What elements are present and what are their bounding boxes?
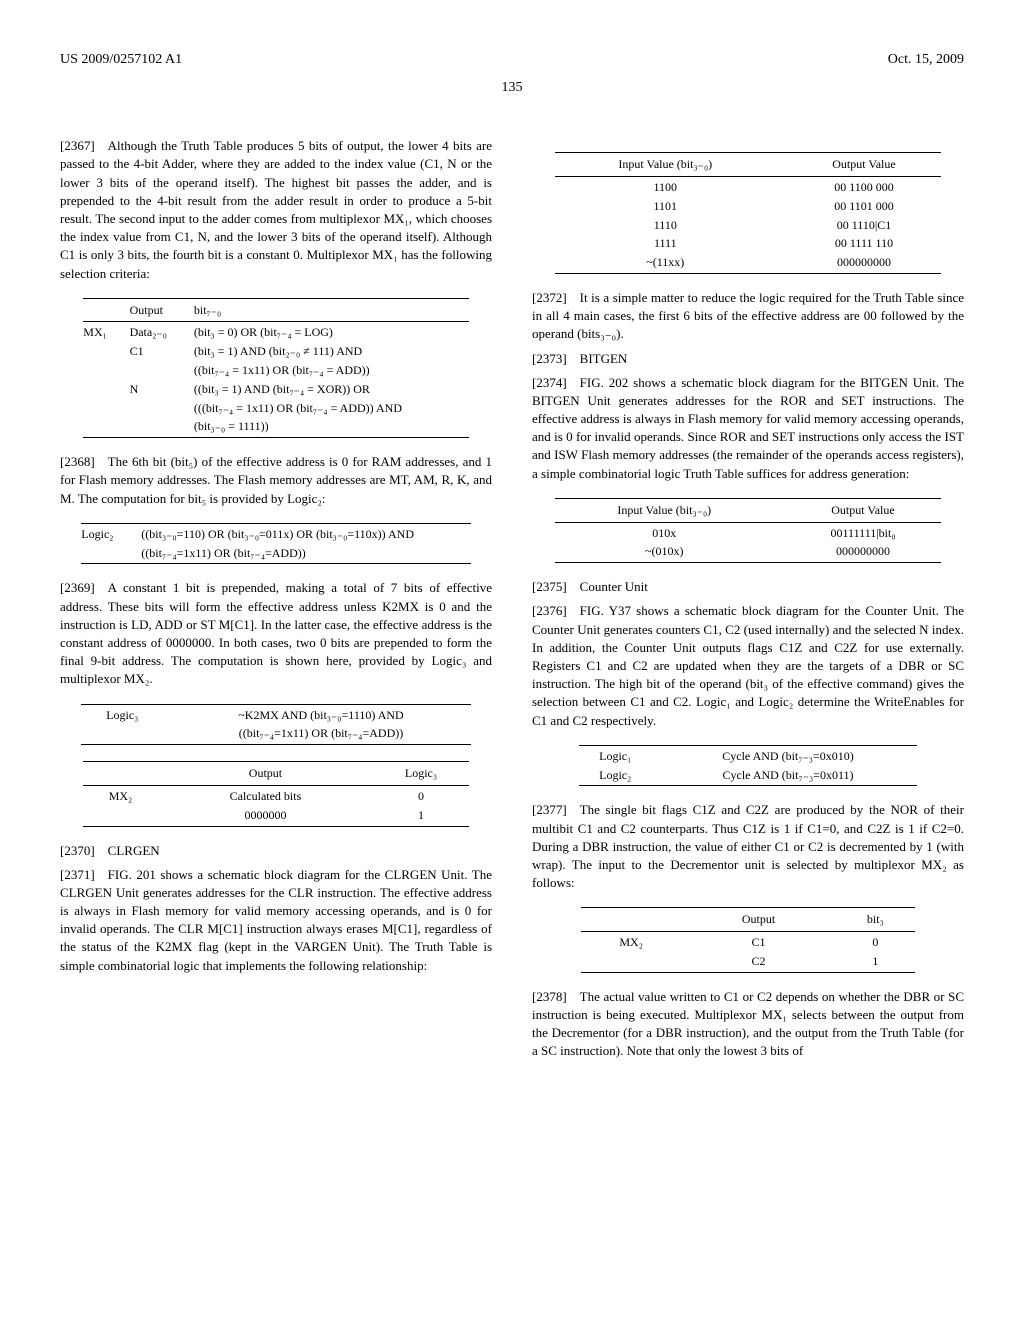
table-mx1: Output bit₇₋₀ MX₁Data₂₋₀(bit₃ = 0) OR (b… xyxy=(77,297,474,440)
para-2372: [2372] It is a simple matter to reduce t… xyxy=(532,289,964,344)
table-logic12: Logic₁Cycle AND (bit₇₋₃=0x010) Logic₂Cyc… xyxy=(575,744,921,788)
para-2378: [2378] The actual value written to C1 or… xyxy=(532,988,964,1061)
page-number: 135 xyxy=(60,78,964,98)
right-column: Input Value (bit₃₋₀) Output Value 110000… xyxy=(532,137,964,1066)
para-2377: [2377] The single bit flags C1Z and C2Z … xyxy=(532,801,964,892)
para-2369: [2369] A constant 1 bit is prepended, ma… xyxy=(60,579,492,688)
table-logic3: Logic₃~K2MX AND (bit₃₋₀=1110) AND ((bit₇… xyxy=(77,703,474,747)
publication-number: US 2009/0257102 A1 xyxy=(60,50,182,70)
table-logic2: Logic₂((bit₃₋₀=110) OR (bit₃₋₀=011x) OR … xyxy=(77,522,474,566)
left-column: [2367] Although the Truth Table produces… xyxy=(60,137,492,1066)
para-2376: [2376] FIG. Y37 shows a schematic block … xyxy=(532,602,964,729)
para-2370: [2370] CLRGEN xyxy=(60,842,492,860)
para-2371: [2371] FIG. 201 shows a schematic block … xyxy=(60,866,492,975)
table-bitgen-truth: Input Value (bit₃₋₀) Output Value 010x00… xyxy=(549,497,946,564)
para-2367: [2367] Although the Truth Table produces… xyxy=(60,137,492,283)
para-2375: [2375] Counter Unit xyxy=(532,578,964,596)
para-2373: [2373] BITGEN xyxy=(532,350,964,368)
table-mx2-right: Output bit₃ MX₂C10 C21 xyxy=(575,906,921,973)
table-mx2-left: Output Logic₃ MX₂Calculated bits0 000000… xyxy=(77,760,474,827)
table-clrgen-truth: Input Value (bit₃₋₀) Output Value 110000… xyxy=(549,151,946,275)
para-2374: [2374] FIG. 202 shows a schematic block … xyxy=(532,374,964,483)
publication-date: Oct. 15, 2009 xyxy=(888,50,964,70)
para-2368: [2368] The 6th bit (bit₅) of the effecti… xyxy=(60,453,492,508)
